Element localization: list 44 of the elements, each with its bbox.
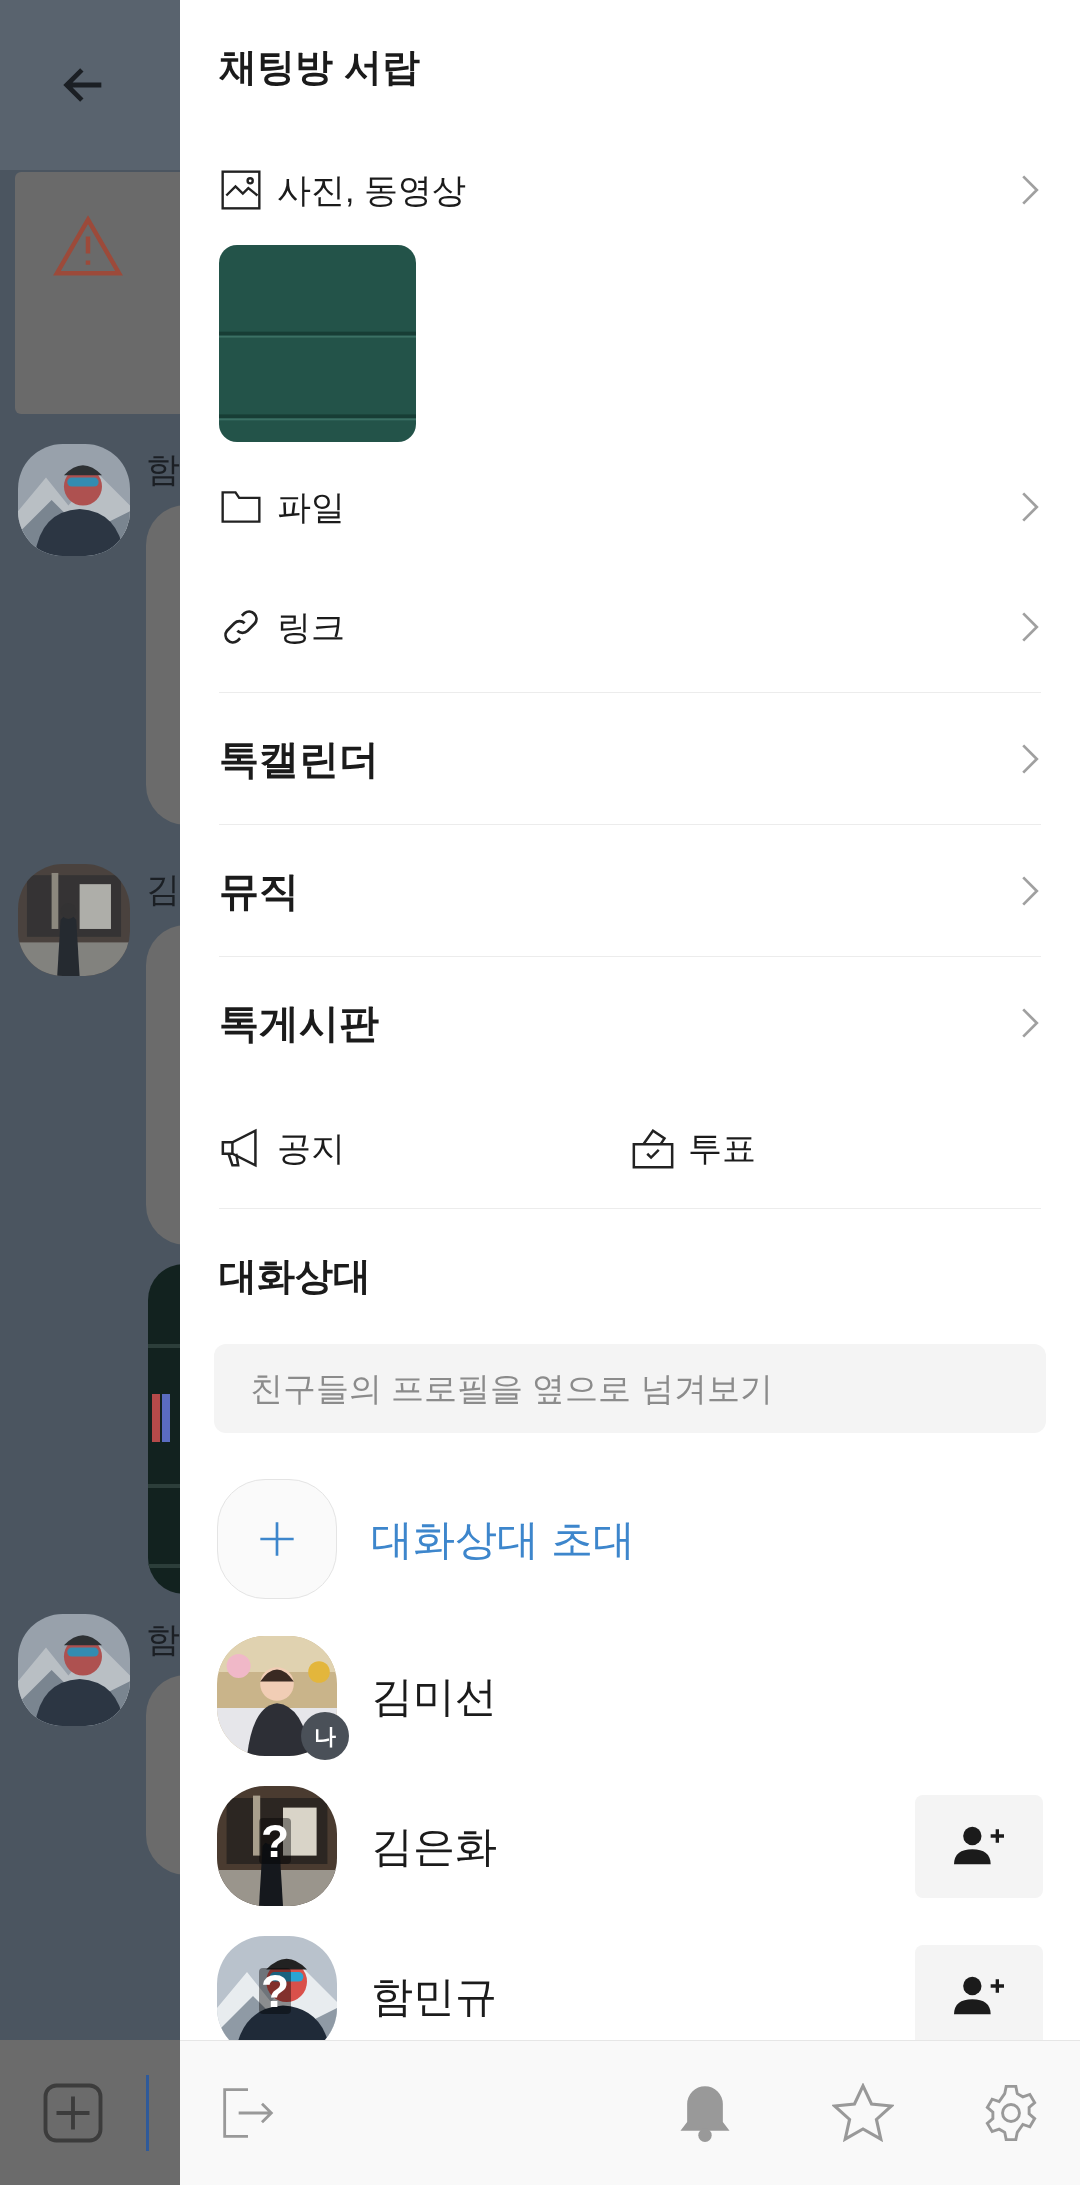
add-person-icon	[954, 1976, 1004, 2016]
member-item[interactable]: ? 김은화	[180, 1771, 1080, 1921]
menu-label: 톡캘린더	[219, 735, 380, 783]
image-icon	[219, 168, 263, 212]
unknown-mark: ?	[259, 1818, 292, 1864]
unknown-mark: ?	[259, 1968, 292, 2014]
drawer-shortcut[interactable]: 투표	[630, 1088, 1041, 1208]
menu-label: 링크	[277, 606, 346, 648]
drawer-title: 채팅방 서랍	[218, 45, 421, 90]
plus-icon	[257, 1519, 297, 1559]
warning-icon	[53, 214, 123, 276]
drawer-menu-item[interactable]: 파일	[180, 452, 1080, 562]
menu-label: 사진, 동영상	[277, 169, 467, 211]
chevron-right-icon	[1019, 610, 1041, 644]
menu-label: 파일	[277, 486, 346, 528]
member-name: 김은화	[371, 1821, 498, 1872]
member-item[interactable]: 나 김미선	[180, 1621, 1080, 1771]
exit-icon[interactable]	[220, 2085, 276, 2141]
star-icon[interactable]	[832, 2083, 894, 2143]
sender-name: 함	[146, 1619, 180, 1660]
member-name: 함민규	[371, 1971, 498, 2022]
menu-label: 뮤직	[219, 867, 300, 915]
sender-name: 김	[146, 869, 180, 910]
chevron-right-icon	[1019, 173, 1041, 207]
drawer-menu-item[interactable]: 뮤직	[219, 825, 1041, 956]
me-badge: 나	[301, 1712, 349, 1760]
add-friend-button[interactable]	[915, 1944, 1043, 2040]
drawer-menu-item[interactable]: 톡게시판	[219, 957, 1041, 1088]
drawer-menu-item[interactable]: 링크	[180, 562, 1080, 692]
drawer-menu-item[interactable]: 사진, 동영상	[180, 135, 1080, 245]
shortcut-label: 공지	[277, 1127, 345, 1169]
chevron-right-icon	[1019, 490, 1041, 524]
drawer-shortcut[interactable]: 공지	[219, 1088, 630, 1208]
section-title: 대화상대	[219, 1254, 371, 1299]
invite-button[interactable]: 대화상대 초대	[217, 1479, 1043, 1599]
bell-icon[interactable]	[678, 2084, 732, 2142]
search-field[interactable]: 친구들의 프로필을 옆으로 넘겨보기	[214, 1344, 1046, 1433]
sender-name: 함	[146, 449, 180, 490]
drawer-menu-item[interactable]: 톡캘린더	[219, 693, 1041, 824]
add-friend-button[interactable]	[915, 1794, 1043, 1898]
add-person-icon	[954, 1826, 1004, 1866]
member-name: 김미선	[371, 1671, 498, 1722]
shortcut-label: 투표	[688, 1127, 756, 1169]
menu-label: 톡게시판	[219, 999, 380, 1047]
